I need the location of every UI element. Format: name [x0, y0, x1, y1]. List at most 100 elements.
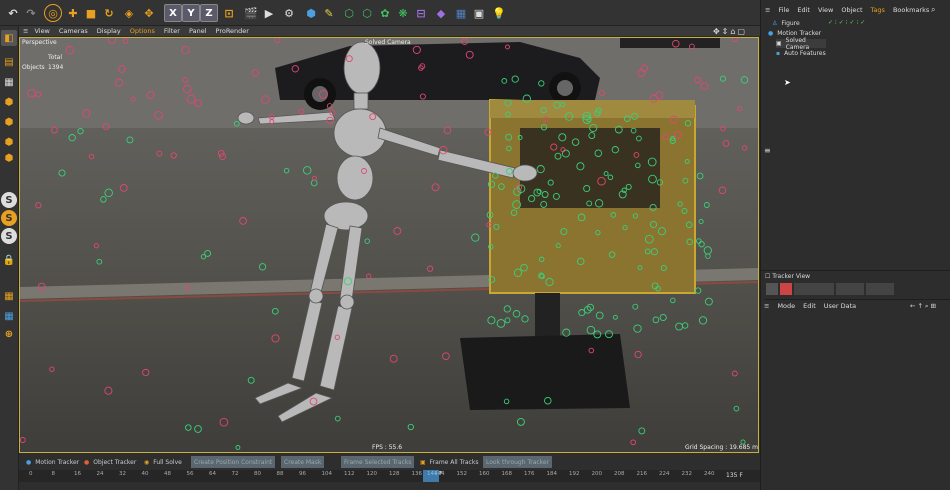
tracker-view-button-2[interactable] [780, 283, 792, 295]
field-icon[interactable]: ◆ [432, 4, 450, 22]
frame-selected-tracks-button[interactable]: Frame Selected Tracks [341, 456, 415, 468]
pen-icon[interactable]: ✎ [320, 4, 338, 22]
object-item-auto-features[interactable]: ▪ Auto Features [776, 49, 826, 58]
floor-icon[interactable]: ▦ [452, 4, 470, 22]
rotate-icon[interactable]: ↻ [100, 4, 118, 22]
cloner-icon[interactable]: ❋ [394, 4, 412, 22]
snap-settings-icon[interactable]: S [1, 210, 17, 226]
motion-tracker-button[interactable]: ● Motion Tracker [23, 456, 82, 468]
attr-menu-mode[interactable]: Mode [777, 302, 795, 310]
render-picture-viewer-icon[interactable]: ▶ [260, 4, 278, 22]
deformer-icon[interactable]: ✿ [376, 4, 394, 22]
camera-icon[interactable]: ▣ [470, 4, 488, 22]
om-menu-file[interactable]: File [778, 6, 789, 14]
om-menu-view[interactable]: View [818, 6, 833, 14]
subdivision-icon[interactable]: ⬡ [340, 4, 358, 22]
timeline-ruler[interactable]: 0 8 16 24 32 40 48 56 64 72 80 88 96 104 112 120 128 136 1… [19, 470, 760, 482]
end-frame-field[interactable]: 135 F [726, 472, 743, 479]
look-through-tracker-button[interactable]: Look through Tracker [483, 456, 553, 468]
om-menu-edit[interactable]: Edit [797, 6, 810, 14]
checker-icon[interactable]: ▦ [1, 74, 17, 90]
bend-icon[interactable]: ⊟ [412, 4, 430, 22]
workplane-icon[interactable]: ▦ [1, 288, 17, 304]
attr-menu-edit[interactable]: Edit [803, 302, 816, 310]
y-axis-button[interactable]: Y [182, 4, 200, 22]
visibility-checks[interactable]: ✓ ⁝ ✓ ⁝ ✓ ⁝ ✓ [828, 19, 865, 26]
naming-icon[interactable]: ⊕ [1, 326, 17, 342]
menu-display[interactable]: Display [97, 27, 121, 35]
texture-mode-icon[interactable]: ▤ [1, 54, 17, 70]
tracker-view-button-4[interactable] [836, 283, 864, 295]
edges-mode-icon[interactable]: ⬢ [1, 114, 17, 130]
live-selection-icon[interactable]: ◎ [44, 4, 62, 22]
render-settings-icon[interactable]: ⚙ [280, 4, 298, 22]
om-menu-tags[interactable]: Tags [871, 6, 885, 14]
array-icon[interactable]: ⬡ [358, 4, 376, 22]
timeline-tick: 112 [344, 471, 355, 477]
stats-header: Total [48, 54, 63, 61]
timeline-tick: 152 [456, 471, 468, 477]
search-icon[interactable]: ⌕ [931, 5, 935, 15]
active-camera-label: Solved Camera [365, 39, 411, 46]
frame-all-tracks-button[interactable]: ▣ Frame All Tracks [417, 456, 481, 468]
recent-tool-icon[interactable]: ◈ [120, 4, 138, 22]
solve-icon: ◉ [144, 458, 150, 466]
menu-options[interactable]: Options [130, 27, 155, 35]
scale-icon[interactable]: ■ [82, 4, 100, 22]
tracker-view-button-5[interactable] [866, 283, 894, 295]
attr-options-icon[interactable]: ≡ [764, 302, 769, 310]
x-axis-button[interactable]: X [164, 4, 182, 22]
cube-icon[interactable]: ⬢ [302, 4, 320, 22]
move-icon[interactable]: ✚ [64, 4, 82, 22]
object-tracker-button[interactable]: ● Object Tracker [81, 456, 139, 468]
create-mask-button[interactable]: Create Mask [281, 456, 325, 468]
menu-filter[interactable]: Filter [164, 27, 180, 35]
attr-menu-user-data[interactable]: User Data [824, 302, 856, 310]
grid-icon[interactable]: ▦ [1, 308, 17, 324]
undo-icon[interactable]: ↶ [4, 4, 22, 22]
coordinate-system-icon[interactable]: ⊡ [220, 4, 238, 22]
snap-icon[interactable]: S [1, 192, 17, 208]
attr-nav-icons[interactable]: ←↑⌕⊞ [910, 302, 938, 311]
3d-viewport[interactable]: Perspective Solved Camera Total Objects … [19, 37, 759, 453]
cursor-tool-icon[interactable]: ✥ [140, 4, 158, 22]
points-mode-icon[interactable]: ⬢ [1, 94, 17, 110]
timeline-tick: 136 [411, 471, 423, 477]
model-mode-icon[interactable]: ◧ [1, 30, 17, 46]
object-item-solved-camera[interactable]: ▣ Solved Camera [776, 37, 826, 51]
om-menu-object[interactable]: Object [841, 6, 862, 14]
timeline-tick: 96 [299, 471, 306, 477]
uv-mode-icon[interactable]: ⬢ [1, 150, 17, 166]
timeline-tick: 72 [231, 471, 239, 477]
timeline-tick: 176 [524, 471, 535, 477]
lock-icon[interactable]: 🔒 [1, 252, 17, 268]
object-manager-options-icon[interactable]: ≡ [765, 6, 770, 14]
figure-icon: ♙ [772, 20, 778, 27]
tracker-view-button-1[interactable] [766, 283, 778, 295]
om-menu-bookmarks[interactable]: Bookmarks [893, 6, 929, 14]
playhead[interactable] [423, 470, 439, 482]
menu-cameras[interactable]: Cameras [59, 27, 88, 35]
menu-view[interactable]: View [34, 27, 49, 35]
workplane-snap-icon[interactable]: S [1, 228, 17, 244]
frame-icon: ▣ [420, 458, 426, 466]
tracker-view-toggle[interactable]: ☐ Tracker View [765, 273, 810, 280]
timeline-tick: 184 [546, 471, 558, 477]
timeline-tick: 232 [681, 471, 693, 477]
menu-prorender[interactable]: ProRender [216, 27, 249, 35]
viewport-options-icon[interactable]: ≡ [23, 27, 28, 35]
viewport-nav-icons[interactable]: ✥⇕⌂▢ [713, 27, 747, 36]
timeline-tick: 48 [164, 471, 171, 477]
polygons-mode-icon[interactable]: ⬢ [1, 134, 17, 150]
light-icon[interactable]: 💡 [490, 4, 508, 22]
redo-icon[interactable]: ↷ [22, 4, 40, 22]
tracker-view-button-3[interactable] [794, 283, 834, 295]
stats-value: 1394 [48, 64, 64, 71]
render-view-icon[interactable]: 🎬 [242, 4, 260, 22]
object-item-figure[interactable]: ♙ Figure [772, 19, 800, 28]
timeline-tick: 224 [659, 471, 670, 477]
menu-panel[interactable]: Panel [189, 27, 207, 35]
full-solve-button[interactable]: ◉ Full Solve [141, 456, 185, 468]
create-position-constraint-button[interactable]: Create Position Constraint [191, 456, 276, 468]
z-axis-button[interactable]: Z [200, 4, 218, 22]
